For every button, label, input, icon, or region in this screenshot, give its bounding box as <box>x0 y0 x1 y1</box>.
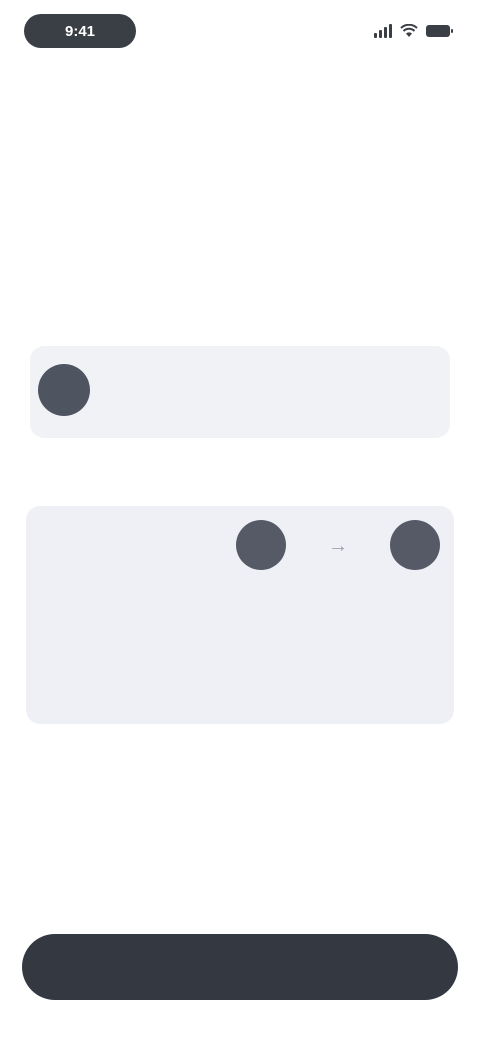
account-card[interactable] <box>30 346 450 438</box>
screen: 9:41 → <box>0 0 480 1040</box>
detail-row <box>26 610 454 650</box>
detail-row <box>26 678 454 718</box>
status-icons <box>374 20 453 42</box>
from-token-icon <box>236 520 286 570</box>
wifi-icon <box>400 24 418 37</box>
signal-icon <box>374 24 392 38</box>
confirm-button[interactable] <box>22 934 458 1000</box>
arrow-right-icon: → <box>328 535 348 557</box>
transaction-details-card: → <box>26 506 454 724</box>
status-time: 9:41 <box>24 14 136 48</box>
battery-icon <box>426 25 453 37</box>
avatar <box>38 364 90 416</box>
status-bar: 9:41 <box>0 0 480 64</box>
to-token-icon <box>390 520 440 570</box>
detail-row-route: → <box>26 520 454 570</box>
